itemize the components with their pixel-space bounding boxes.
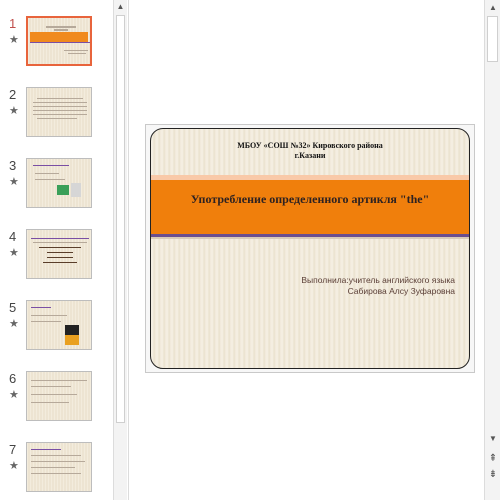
school-name: МБОУ «СОШ №32» Кировского района [237,141,383,150]
animation-star-icon: ★ [9,176,19,188]
animation-star-icon: ★ [9,318,19,330]
slide-thumbnail-5[interactable] [26,300,92,350]
title-band [151,180,469,234]
previous-slide-icon[interactable]: ⇞ [486,452,500,466]
scrollbar-thumb[interactable] [487,16,498,62]
thumbnail-row-3[interactable]: 3 ★ [0,158,112,218]
slide-number: 1 [9,16,17,31]
slide-title[interactable]: Употребление определенного артикля "the" [151,192,469,207]
scroll-up-icon[interactable]: ▲ [486,1,500,15]
divider-shadow [151,237,469,239]
thumbnail-row-2[interactable]: 2 ★ [0,87,112,147]
slide-thumbnail-pane: 1 ★ 2 ★ 3 ★ 4 ★ 5 ★ 6 ★ 7 ★ [0,0,112,500]
author-role: Выполнила:учитель английского языка [301,275,455,285]
next-slide-icon[interactable]: ⇟ [486,468,500,482]
scroll-up-icon[interactable]: ▲ [114,0,127,14]
thumbnail-row-1[interactable]: 1 ★ [0,16,112,76]
author-name: Сабирова Алсу Зуфаровна [347,286,455,296]
slide-number: 5 [9,300,17,315]
slide-number: 2 [9,87,17,102]
school-header[interactable]: МБОУ «СОШ №32» Кировского района г.Казан… [151,141,469,161]
animation-star-icon: ★ [9,460,19,472]
slide-number: 3 [9,158,17,173]
thumbnail-row-5[interactable]: 5 ★ [0,300,112,360]
slide-thumbnail-7[interactable] [26,442,92,492]
animation-star-icon: ★ [9,105,19,117]
slide-editor: МБОУ «СОШ №32» Кировского района г.Казан… [128,0,484,500]
thumbnail-row-4[interactable]: 4 ★ [0,229,112,289]
author-block[interactable]: Выполнила:учитель английского языка Саби… [301,275,455,297]
animation-star-icon: ★ [9,247,19,259]
editor-scrollbar[interactable]: ▲ ▼ ⇞ ⇟ [484,0,500,500]
thumbnail-row-7[interactable]: 7 ★ [0,442,112,500]
slide-number: 4 [9,229,17,244]
school-city: г.Казани [294,151,326,160]
slide-thumbnail-2[interactable] [26,87,92,137]
slide-thumbnail-3[interactable] [26,158,92,208]
animation-star-icon: ★ [9,389,19,401]
thumbnail-row-6[interactable]: 6 ★ [0,371,112,431]
slide-thumbnail-6[interactable] [26,371,92,421]
animation-star-icon: ★ [9,34,19,46]
slide-thumbnail-1[interactable] [26,16,92,66]
scrollbar-thumb[interactable] [116,15,125,423]
slide-canvas[interactable]: МБОУ «СОШ №32» Кировского района г.Казан… [145,124,475,373]
slide-number: 7 [9,442,17,457]
scroll-down-icon[interactable]: ▼ [486,432,500,446]
slide-thumbnail-4[interactable] [26,229,92,279]
slide-number: 6 [9,371,17,386]
thumbnail-scrollbar[interactable]: ▲ [113,0,127,500]
slide-1[interactable]: МБОУ «СОШ №32» Кировского района г.Казан… [150,128,470,369]
